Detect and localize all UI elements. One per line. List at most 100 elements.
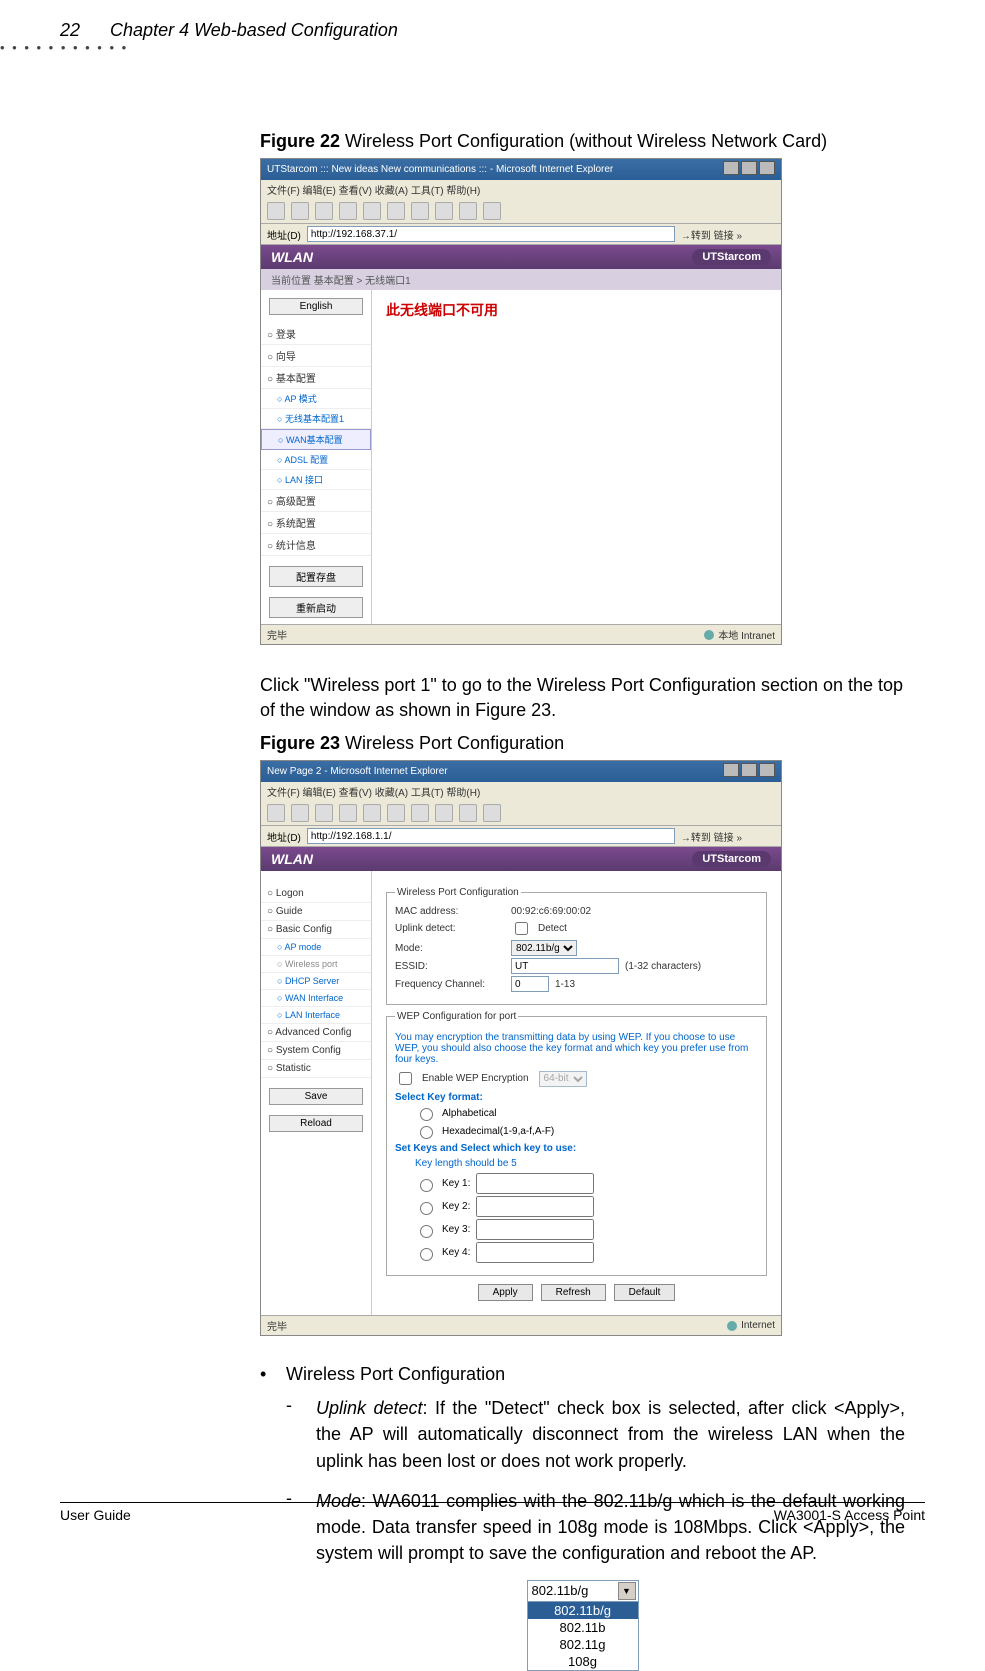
sidebar-item-lan[interactable]: ○ LAN 接口 <box>261 470 371 490</box>
sidebar-item-basic[interactable]: ○ Basic Config <box>261 921 371 939</box>
key1-label: Key 1: <box>442 1178 470 1189</box>
key3-label: Key 3: <box>442 1224 470 1235</box>
sidebar-item-apmode[interactable]: ○ AP 模式 <box>261 389 371 409</box>
enable-wep-checkbox[interactable] <box>399 1072 412 1085</box>
sidebar-item-dhcp[interactable]: ○ DHCP Server <box>261 973 371 990</box>
uplink-detect-checkbox[interactable] <box>515 922 528 935</box>
mac-label: MAC address: <box>395 906 505 917</box>
sidebar-item-guide[interactable]: ○ Guide <box>261 903 371 921</box>
footer-right: WA3001-S Access Point <box>774 1507 925 1523</box>
save-button[interactable]: Save <box>269 1088 363 1105</box>
forward-icon[interactable] <box>291 804 309 822</box>
ie-menubar: 文件(F) 编辑(E) 查看(V) 收藏(A) 工具(T) 帮助(H) <box>261 180 781 199</box>
print-icon[interactable] <box>483 804 501 822</box>
sidebar-item-wan[interactable]: ○ WAN Interface <box>261 990 371 1007</box>
statusbar: 完毕 Internet <box>261 1315 781 1335</box>
window-buttons <box>721 763 775 780</box>
default-button[interactable]: Default <box>614 1284 676 1301</box>
sidebar-item-adsl[interactable]: ○ ADSL 配置 <box>261 450 371 470</box>
address-label: 地址(D) <box>267 829 301 844</box>
fmt-hex-radio[interactable] <box>420 1126 433 1139</box>
globe-icon <box>727 1321 737 1331</box>
media-icon[interactable] <box>435 202 453 220</box>
address-input[interactable] <box>307 828 675 844</box>
key2-label: Key 2: <box>442 1201 470 1212</box>
dropdown-option-3[interactable]: 802.11g <box>528 1636 638 1653</box>
dropdown-option-4[interactable]: 108g <box>528 1653 638 1670</box>
apply-button[interactable]: Apply <box>478 1284 533 1301</box>
uplink-lead: Uplink detect <box>316 1398 423 1418</box>
key2-input[interactable] <box>476 1196 594 1217</box>
essid-input[interactable] <box>511 958 619 974</box>
dropdown-selected-row[interactable]: 802.11b/g ▼ <box>528 1581 638 1602</box>
freq-label: Frequency Channel: <box>395 979 505 990</box>
key3-radio[interactable] <box>420 1225 433 1238</box>
figure23-screenshot: New Page 2 - Microsoft Internet Explorer… <box>260 760 782 1336</box>
sidebar-item-advanced[interactable]: ○ 高级配置 <box>261 490 371 512</box>
sidebar-item-wan[interactable]: ○ WAN基本配置 <box>261 429 371 450</box>
favorites-icon[interactable] <box>411 202 429 220</box>
sidebar-item-system[interactable]: ○ 系统配置 <box>261 512 371 534</box>
key4-radio[interactable] <box>420 1248 433 1261</box>
save-button[interactable]: 配置存盘 <box>269 566 363 587</box>
sidebar-item-advanced[interactable]: ○ Advanced Config <box>261 1024 371 1042</box>
freq-input[interactable] <box>511 976 549 992</box>
sidebar-item-statistic[interactable]: ○ 统计信息 <box>261 534 371 556</box>
key1-input[interactable] <box>476 1173 594 1194</box>
sidebar-item-wireless[interactable]: ○ Wireless port <box>261 956 371 973</box>
english-button[interactable]: English <box>269 298 363 315</box>
key2-radio[interactable] <box>420 1202 433 1215</box>
mail-icon[interactable] <box>483 202 501 220</box>
stop-icon[interactable] <box>315 202 333 220</box>
refresh-icon[interactable] <box>339 804 357 822</box>
key4-input[interactable] <box>476 1242 594 1263</box>
fmt-alpha-radio[interactable] <box>420 1108 433 1121</box>
sidebar-item-system[interactable]: ○ System Config <box>261 1042 371 1060</box>
reload-button[interactable]: 重新启动 <box>269 597 363 618</box>
go-button[interactable]: →转到 链接 » <box>681 829 742 844</box>
wep-bits-select[interactable]: 64-bit <box>539 1071 587 1087</box>
fmt-hex-label: Hexadecimal(1-9,a-f,A-F) <box>442 1126 554 1137</box>
sidebar-item-lan[interactable]: ○ LAN Interface <box>261 1007 371 1024</box>
reload-button[interactable]: Reload <box>269 1115 363 1132</box>
key3-input[interactable] <box>476 1219 594 1240</box>
sidebar-item-logon[interactable]: ○ Logon <box>261 885 371 903</box>
search-icon[interactable] <box>387 202 405 220</box>
sidebar-item-statistic[interactable]: ○ Statistic <box>261 1060 371 1078</box>
go-button[interactable]: →转到 链接 » <box>681 227 742 242</box>
key1-radio[interactable] <box>420 1179 433 1192</box>
mail-icon[interactable] <box>459 804 477 822</box>
sidebar-item-logon[interactable]: ○ 登录 <box>261 323 371 345</box>
chapter-title: Chapter 4 Web-based Configuration <box>110 20 398 41</box>
sidebar-item-apmode[interactable]: ○ AP mode <box>261 939 371 956</box>
address-label: 地址(D) <box>267 227 301 242</box>
sidebar-item-wireless[interactable]: ○ 无线基本配置1 <box>261 409 371 429</box>
search-icon[interactable] <box>387 804 405 822</box>
history-icon[interactable] <box>459 202 477 220</box>
refresh-icon[interactable] <box>339 202 357 220</box>
chevron-down-icon[interactable]: ▼ <box>618 1582 636 1600</box>
stop-icon[interactable] <box>315 804 333 822</box>
window-buttons <box>721 161 775 178</box>
history-icon[interactable] <box>435 804 453 822</box>
ie-addressbar: 地址(D) →转到 链接 » <box>261 826 781 847</box>
address-input[interactable] <box>307 226 675 242</box>
dropdown-option-2[interactable]: 802.11b <box>528 1619 638 1636</box>
forward-icon[interactable] <box>291 202 309 220</box>
sidebar-item-basic[interactable]: ○ 基本配置 <box>261 367 371 389</box>
home-icon[interactable] <box>363 804 381 822</box>
mode-select[interactable]: 802.11b/g <box>511 940 577 956</box>
ie-toolbar <box>261 801 781 826</box>
refresh-button[interactable]: Refresh <box>541 1284 606 1301</box>
back-icon[interactable] <box>267 202 285 220</box>
figure23-title: Wireless Port Configuration <box>340 733 564 753</box>
sidebar-item-guide[interactable]: ○ 向导 <box>261 345 371 367</box>
sidebar-item-label: AP mode <box>284 942 321 952</box>
back-icon[interactable] <box>267 804 285 822</box>
zone-label: Internet <box>741 1320 775 1331</box>
home-icon[interactable] <box>363 202 381 220</box>
dropdown-option-1[interactable]: 802.11b/g <box>528 1602 638 1619</box>
window-title: New Page 2 - Microsoft Internet Explorer <box>267 766 448 777</box>
favorites-icon[interactable] <box>411 804 429 822</box>
figure22-title: Wireless Port Configuration (without Wir… <box>340 131 827 151</box>
